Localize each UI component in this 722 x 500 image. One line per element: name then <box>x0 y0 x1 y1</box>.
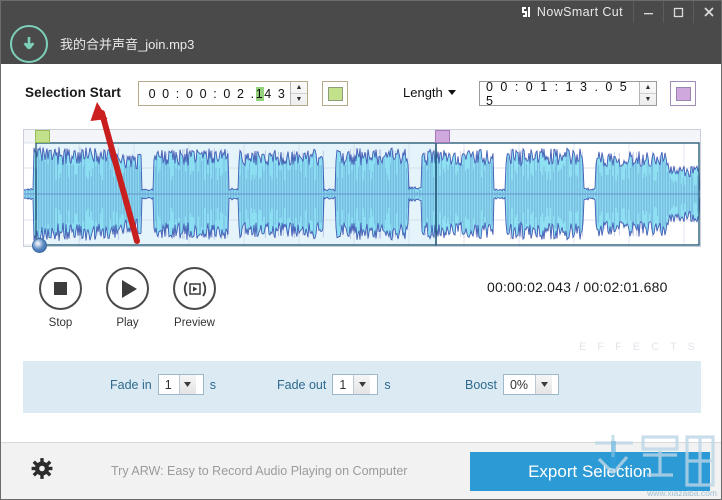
preview-icon[interactable] <box>173 267 216 310</box>
length-value[interactable]: 0 0 : 0 1 : 1 3 . 0 5 5 <box>480 80 639 108</box>
green-color-swatch[interactable] <box>322 81 348 106</box>
play-button[interactable]: Play <box>106 267 149 329</box>
nowsmart-cut-window: NowSmart Cut 我的合并声音_join.mp3 Selection S… <box>0 0 722 500</box>
app-title: NowSmart Cut <box>521 5 633 19</box>
effects-watermark: E F F E C T S <box>578 341 699 353</box>
play-icon[interactable] <box>106 267 149 310</box>
download-circle-icon <box>10 24 48 63</box>
selection-start-input[interactable]: 0 0 : 0 0 : 0 2 . 14 3 ▲ ▼ <box>138 81 308 106</box>
close-icon <box>703 7 714 17</box>
fade-in-select[interactable]: 1 <box>157 374 204 395</box>
green-color-swatch-inner <box>327 86 343 101</box>
effects-panel: Fade in 1 s Fade out 1 s Boost 0% <box>23 361 701 413</box>
time-display: 00:00:02.043 / 00:02:01.680 <box>487 279 668 295</box>
playhead-handle[interactable] <box>32 238 47 253</box>
selection-start-value-pre: 0 0 : 0 0 : 0 2 . <box>148 86 256 101</box>
fade-out-label: Fade out <box>277 377 327 392</box>
fade-in-value: 1 <box>164 377 172 392</box>
fade-in-control: Fade in 1 s <box>110 374 216 395</box>
boost-value: 0% <box>509 377 529 392</box>
selection-start-value[interactable]: 0 0 : 0 0 : 0 2 . 14 3 <box>139 82 290 105</box>
chevron-down-icon <box>447 90 456 95</box>
length-spinner[interactable]: ▲ ▼ <box>639 82 656 105</box>
selection-start-label: Selection Start <box>25 85 122 100</box>
export-selection-button[interactable]: Export Selection <box>470 452 710 491</box>
fade-in-label: Fade in <box>110 377 152 392</box>
stop-button-label: Stop <box>48 317 73 329</box>
stop-icon[interactable] <box>39 267 82 310</box>
purple-color-swatch[interactable] <box>670 81 696 106</box>
preview-button[interactable]: Preview <box>173 267 216 329</box>
fade-out-control: Fade out 1 s <box>277 374 391 395</box>
length-input[interactable]: 0 0 : 0 1 : 1 3 . 0 5 5 ▲ ▼ <box>479 80 657 108</box>
fade-out-select[interactable]: 1 <box>332 374 379 395</box>
title-bar: NowSmart Cut 我的合并声音_join.mp3 <box>1 1 721 64</box>
selection-start-marker[interactable] <box>35 130 50 143</box>
spinner-up-arrow[interactable]: ▲ <box>291 82 307 94</box>
length-dropdown[interactable]: Length <box>403 85 456 100</box>
app-title-text: NowSmart Cut <box>536 5 623 19</box>
fade-out-unit: s <box>384 377 391 392</box>
waveform-panel[interactable] <box>23 129 701 253</box>
gear-icon[interactable] <box>31 458 53 485</box>
boost-control: Boost 0% <box>465 374 559 395</box>
spinner-down-arrow[interactable]: ▼ <box>640 94 656 106</box>
dropdown-arrow-icon[interactable] <box>178 375 196 394</box>
bottom-bar: Try ARW: Easy to Record Audio Playing on… <box>1 435 721 499</box>
fade-out-value: 1 <box>339 377 347 392</box>
minimize-icon <box>644 12 653 14</box>
window-caption: NowSmart Cut <box>521 1 721 23</box>
selection-start-spinner[interactable]: ▲ ▼ <box>290 82 307 105</box>
file-name-label: 我的合并声音_join.mp3 <box>60 37 195 52</box>
selection-start-value-highlight: 1 <box>255 86 265 101</box>
spinner-down-arrow[interactable]: ▼ <box>291 94 307 106</box>
purple-color-swatch-inner <box>675 86 691 101</box>
maximize-icon <box>673 7 684 17</box>
transport-controls: Stop Play Preview <box>39 267 216 329</box>
close-button[interactable] <box>693 1 721 23</box>
play-button-label: Play <box>116 317 139 329</box>
waveform-canvas[interactable] <box>24 130 700 246</box>
maximize-button[interactable] <box>663 1 693 23</box>
nowsmart-logo-icon <box>521 6 532 18</box>
promo-text[interactable]: Try ARW: Easy to Record Audio Playing on… <box>111 464 407 478</box>
selection-end-marker[interactable] <box>435 130 450 143</box>
dropdown-arrow-icon[interactable] <box>353 375 371 394</box>
length-label-text: Length <box>403 85 443 100</box>
dropdown-arrow-icon[interactable] <box>535 375 553 394</box>
boost-select[interactable]: 0% <box>502 374 559 395</box>
spinner-up-arrow[interactable]: ▲ <box>640 82 656 94</box>
minimize-button[interactable] <box>633 1 663 23</box>
boost-label: Boost <box>465 377 497 392</box>
stop-button[interactable]: Stop <box>39 267 82 329</box>
selection-start-value-post: 4 3 <box>264 86 287 101</box>
preview-button-label: Preview <box>174 317 215 329</box>
file-row: 我的合并声音_join.mp3 <box>1 23 721 64</box>
fade-in-unit: s <box>209 377 216 392</box>
